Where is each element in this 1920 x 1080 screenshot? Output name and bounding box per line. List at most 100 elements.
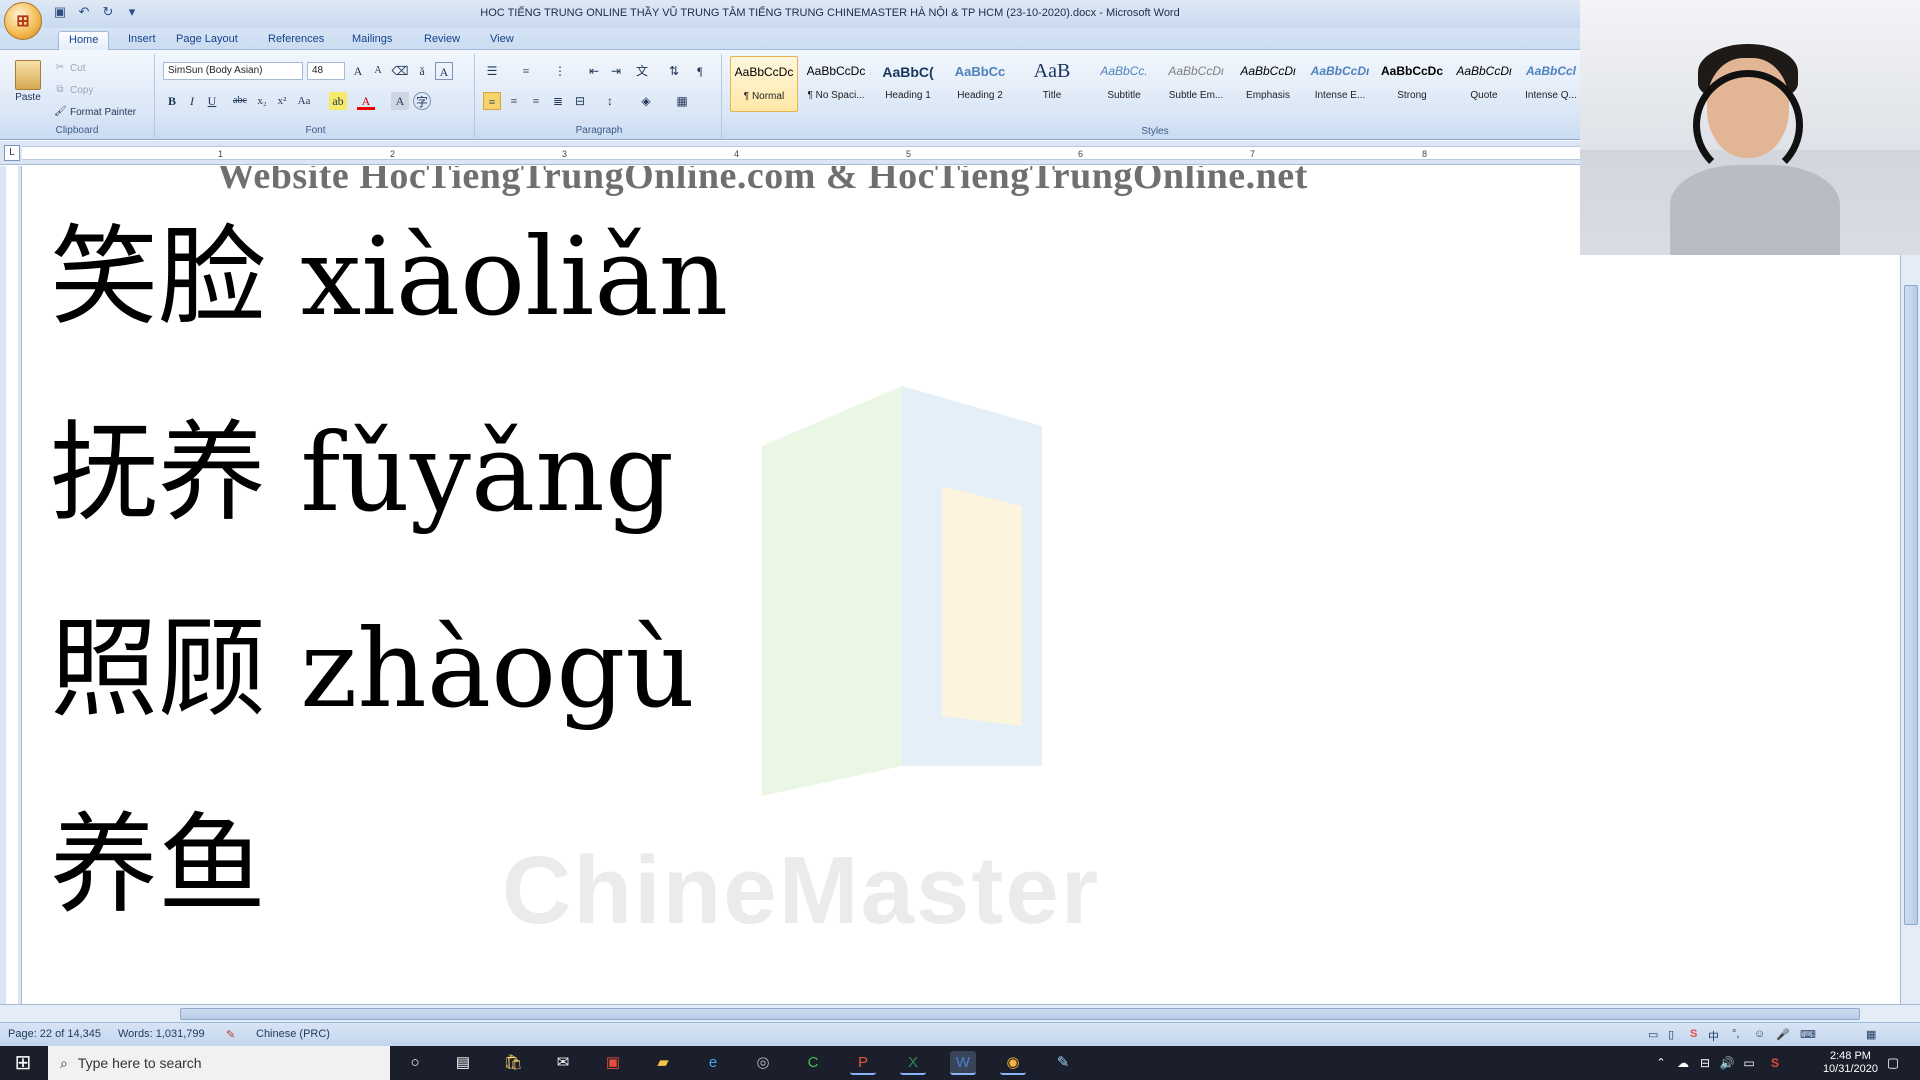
- proofing-icon[interactable]: ✎: [226, 1028, 235, 1041]
- superscript-icon[interactable]: x²: [273, 92, 291, 110]
- undo-icon[interactable]: ↶: [76, 4, 92, 20]
- horizontal-scrollbar[interactable]: [0, 1004, 1920, 1022]
- borders-icon[interactable]: ▦: [673, 92, 691, 110]
- tab-review[interactable]: Review: [414, 31, 470, 50]
- bullets-icon[interactable]: ☰: [483, 62, 501, 80]
- distributed-icon[interactable]: ⊟: [571, 92, 589, 110]
- mail-icon[interactable]: ✉: [550, 1051, 576, 1075]
- vertical-scrollbar[interactable]: [1900, 255, 1920, 1004]
- style-emphasis[interactable]: AaBbCcDι Emphasis: [1234, 56, 1302, 112]
- word-icon[interactable]: W: [950, 1051, 976, 1075]
- numbering-icon[interactable]: ≡: [517, 62, 535, 80]
- task-view-icon[interactable]: ▤: [450, 1051, 476, 1075]
- style-heading-1[interactable]: AaBbC( Heading 1: [874, 56, 942, 112]
- italic-icon[interactable]: I: [183, 92, 201, 110]
- increase-indent-icon[interactable]: ⇥: [607, 62, 625, 80]
- obs-icon[interactable]: ◎: [750, 1051, 776, 1075]
- show-hide-marks-icon[interactable]: ¶: [691, 62, 709, 80]
- style-subtitle[interactable]: AaBbCc. Subtitle: [1090, 56, 1158, 112]
- keyboard-icon[interactable]: ⌨: [1800, 1028, 1816, 1041]
- font-size-select[interactable]: 48: [307, 62, 345, 80]
- input-language-icon[interactable]: ▭: [1736, 1051, 1762, 1075]
- taskbar-search-box[interactable]: ⌕ Type here to search: [48, 1046, 390, 1080]
- document-page[interactable]: Website HocTiengTrungOnline.com & HocTie…: [22, 166, 1900, 1004]
- cut-button[interactable]: ✂ Cut: [54, 62, 86, 74]
- excel-icon[interactable]: X: [900, 1051, 926, 1075]
- ime-settings-icon[interactable]: ▦: [1866, 1028, 1876, 1041]
- paste-button[interactable]: Paste: [10, 58, 46, 118]
- format-painter-button[interactable]: 🖌 Format Painter: [54, 106, 136, 118]
- page-count[interactable]: Page: 22 of 14,345: [8, 1028, 101, 1040]
- style-title[interactable]: AaB Title: [1018, 56, 1086, 112]
- decrease-indent-icon[interactable]: ⇤: [585, 62, 603, 80]
- cortana-icon[interactable]: ○: [402, 1051, 428, 1075]
- horizontal-scroll-thumb[interactable]: [180, 1008, 1860, 1020]
- justify-icon[interactable]: ≣: [549, 92, 567, 110]
- align-left-icon[interactable]: ≡: [483, 92, 501, 110]
- bold-icon[interactable]: B: [163, 92, 181, 110]
- word-count[interactable]: Words: 1,031,799: [118, 1028, 205, 1040]
- asian-layout-icon[interactable]: 文: [633, 62, 651, 80]
- font-name-select[interactable]: SimSun (Body Asian): [163, 62, 303, 80]
- ruler-strip[interactable]: 1 2 3 4 5 6 7 8: [22, 146, 1582, 160]
- office-button[interactable]: ⊞: [4, 2, 42, 40]
- style-heading-2[interactable]: AaBbCc Heading 2: [946, 56, 1014, 112]
- highlight-icon[interactable]: ab: [329, 92, 347, 110]
- style-intense-emphasis[interactable]: AaBbCcDι Intense E...: [1306, 56, 1374, 112]
- powerpoint-icon[interactable]: P: [850, 1051, 876, 1075]
- edge-icon[interactable]: e: [700, 1051, 726, 1075]
- character-border-icon[interactable]: A: [435, 62, 453, 80]
- subscript-icon[interactable]: x₂: [253, 92, 271, 110]
- camtasia-icon[interactable]: C: [800, 1051, 826, 1075]
- enclose-characters-icon[interactable]: 字: [413, 92, 431, 110]
- app-icon[interactable]: ▣: [600, 1051, 626, 1075]
- copy-button[interactable]: ⧉ Copy: [54, 84, 93, 96]
- align-center-icon[interactable]: ≡: [505, 92, 523, 110]
- ime-mode[interactable]: 中: [1708, 1028, 1719, 1044]
- full-screen-reading-icon[interactable]: ▯: [1668, 1028, 1674, 1041]
- notifications-icon[interactable]: ▢: [1880, 1051, 1906, 1075]
- font-color-icon[interactable]: A: [357, 92, 375, 110]
- character-shading-icon[interactable]: A: [391, 92, 409, 110]
- change-case-icon[interactable]: Aa: [295, 92, 313, 110]
- windows-start-icon[interactable]: ⊞: [0, 1046, 46, 1080]
- tab-home[interactable]: Home: [58, 31, 110, 50]
- shading-icon[interactable]: ◈: [637, 92, 655, 110]
- punctuation-icon[interactable]: °,: [1732, 1028, 1739, 1040]
- line-spacing-icon[interactable]: ↕: [601, 92, 619, 110]
- tab-references[interactable]: References: [258, 31, 334, 50]
- style-no-spacing[interactable]: AaBbCcDc ¶ No Spaci...: [802, 56, 870, 112]
- language-indicator[interactable]: Chinese (PRC): [256, 1028, 330, 1040]
- customize-qat-icon[interactable]: ▾: [124, 4, 140, 20]
- style-intense-quote[interactable]: AaBbCcl Intense Q...: [1522, 56, 1580, 112]
- multilevel-list-icon[interactable]: ⋮: [551, 62, 569, 80]
- chrome-icon[interactable]: ◉: [1000, 1051, 1026, 1075]
- strikethrough-icon[interactable]: abc: [231, 92, 249, 110]
- vertical-scroll-thumb[interactable]: [1904, 285, 1918, 925]
- tab-mailings[interactable]: Mailings: [342, 31, 402, 50]
- sogou-tray-icon[interactable]: S: [1762, 1051, 1788, 1075]
- tab-selector-icon[interactable]: L: [4, 145, 20, 161]
- style-normal[interactable]: AaBbCcDc ¶ Normal: [730, 56, 798, 112]
- shrink-font-icon[interactable]: A: [369, 62, 387, 80]
- tab-insert[interactable]: Insert: [118, 31, 166, 50]
- print-layout-icon[interactable]: ▭: [1648, 1028, 1658, 1041]
- style-subtle-emphasis[interactable]: AaBbCcDι Subtle Em...: [1162, 56, 1230, 112]
- microphone-icon[interactable]: 🎤: [1776, 1028, 1790, 1041]
- phonetic-guide-icon[interactable]: ǎ: [413, 62, 431, 80]
- underline-icon[interactable]: U: [203, 92, 221, 110]
- align-right-icon[interactable]: ≡: [527, 92, 545, 110]
- store-icon[interactable]: 🛍: [500, 1051, 526, 1075]
- style-strong[interactable]: AaBbCcDc Strong: [1378, 56, 1446, 112]
- grow-font-icon[interactable]: A: [349, 62, 367, 80]
- file-explorer-icon[interactable]: ▰: [650, 1051, 676, 1075]
- redo-icon[interactable]: ↻: [100, 4, 116, 20]
- sort-icon[interactable]: ⇅: [665, 62, 683, 80]
- sogou-ime-icon[interactable]: S: [1690, 1028, 1697, 1040]
- save-icon[interactable]: ▣: [52, 4, 68, 20]
- clear-formatting-icon[interactable]: ⌫: [391, 62, 409, 80]
- clock[interactable]: 2:48 PM 10/31/2020: [1823, 1050, 1878, 1076]
- style-quote[interactable]: AaBbCcDι Quote: [1450, 56, 1518, 112]
- emoji-icon[interactable]: ☺: [1754, 1028, 1765, 1040]
- tab-view[interactable]: View: [480, 31, 524, 50]
